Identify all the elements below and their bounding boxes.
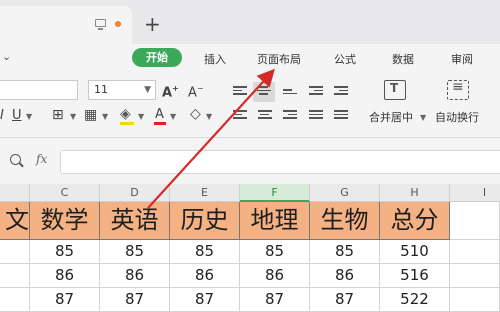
tab-start[interactable]: 开始 [132,48,182,67]
align-bottom-icon[interactable] [283,89,297,101]
table-cell[interactable] [450,264,500,288]
align-middle-icon[interactable] [257,86,271,98]
tab-page-layout[interactable]: 页面布局 [257,51,301,67]
table-cell[interactable] [0,264,30,288]
increase-font-icon[interactable]: A+ [162,81,179,101]
tab-data[interactable]: 数据 [392,51,414,67]
chevron-down-icon[interactable]: ▼ [102,112,108,121]
align-right-icon[interactable] [283,110,297,122]
align-top-icon[interactable] [233,86,247,98]
table-cell[interactable]: 87 [100,288,170,312]
table-cell[interactable]: 86 [30,264,100,288]
column-header-h[interactable]: H [380,184,450,202]
document-tab[interactable] [0,6,132,44]
table-header-cell[interactable]: 生物 [310,202,380,240]
fill-color-bar [120,122,134,125]
tab-review[interactable]: 审阅 [451,51,473,67]
table-cell[interactable]: 86 [170,264,240,288]
table-cell[interactable]: 85 [100,240,170,264]
chevron-down-icon[interactable]: ▼ [26,112,32,121]
new-tab-button[interactable]: + [144,12,161,36]
table-header-cell[interactable]: 历史 [170,202,240,240]
fill-color-icon[interactable]: ◈ [120,106,131,122]
border-icon[interactable]: ⊞ [52,107,64,123]
menu-bar [0,44,500,72]
table-cell[interactable]: 85 [30,240,100,264]
fx-icon[interactable]: fx [36,152,47,166]
chevron-down-icon[interactable]: ▼ [420,113,426,122]
column-header-f[interactable]: F [240,184,310,202]
column-header-e[interactable]: E [170,184,240,202]
column-header-partial[interactable] [0,184,30,202]
chevron-down-icon[interactable]: ▼ [138,112,144,121]
column-header-d[interactable]: D [100,184,170,202]
decrease-font-icon[interactable]: A− [188,81,204,101]
distributed-icon[interactable] [334,110,348,122]
font-color-bar [154,122,166,125]
merge-icon[interactable] [384,80,406,100]
italic-icon[interactable]: I [0,108,4,124]
table-cell[interactable] [450,240,500,264]
align-left-icon[interactable] [233,110,247,122]
eraser-icon[interactable]: ◇ [190,106,201,122]
table-cell[interactable] [0,288,30,312]
table-cell[interactable]: 87 [170,288,240,312]
table-cell[interactable] [450,202,500,240]
unsaved-dot-icon [115,21,121,27]
font-size-value: 11 [94,83,108,96]
table-cell[interactable]: 87 [30,288,100,312]
column-header-i[interactable]: I [450,184,500,202]
zoom-icon[interactable] [10,154,21,165]
formula-input[interactable] [60,150,500,174]
font-size-field[interactable]: 11 ▼ [88,80,156,100]
chevron-down-icon[interactable]: ▼ [170,112,176,121]
font-name-field[interactable] [0,80,78,100]
chevron-down-icon[interactable]: ▼ [206,112,212,121]
cell-style-icon[interactable]: ▦ [84,107,97,123]
column-header-c[interactable]: C [30,184,100,202]
table-header-cell[interactable]: 总分 [380,202,450,240]
column-header-g[interactable]: G [310,184,380,202]
table-cell[interactable]: 87 [240,288,310,312]
table-cell[interactable] [450,288,500,312]
table-cell[interactable]: 86 [310,264,380,288]
chevron-down-icon[interactable]: ▼ [70,112,76,121]
table-header-cell[interactable]: 数学 [30,202,100,240]
underline-icon[interactable]: U [12,108,22,124]
tab-formulas[interactable]: 公式 [334,51,356,67]
table-header-cell[interactable]: 英语 [100,202,170,240]
table-cell[interactable]: 516 [380,264,450,288]
monitor-icon[interactable] [95,19,106,30]
table-header-cell[interactable]: 地理 [240,202,310,240]
wrap-text-icon[interactable] [447,79,469,100]
table-cell[interactable] [0,240,30,264]
indent-increase-icon[interactable] [334,86,348,98]
indent-decrease-icon[interactable] [309,86,323,98]
table-cell[interactable]: 86 [240,264,310,288]
table-cell[interactable]: 85 [310,240,380,264]
table-cell[interactable]: 85 [240,240,310,264]
table-header-cell[interactable]: 文 [0,202,30,240]
justify-icon[interactable] [309,110,323,122]
table-cell[interactable]: 510 [380,240,450,264]
table-cell[interactable]: 85 [170,240,240,264]
table-cell[interactable]: 522 [380,288,450,312]
chevron-down-icon[interactable]: ⌄ [2,50,11,63]
chevron-down-icon[interactable]: ▼ [144,81,151,99]
align-center-icon[interactable] [258,110,272,122]
wrap-text-button[interactable]: 自动换行 [435,109,479,125]
table-cell[interactable]: 86 [100,264,170,288]
font-color-icon[interactable]: A [155,107,164,123]
merge-center-button[interactable]: 合并居中 [369,109,413,125]
tab-insert[interactable]: 插入 [204,51,226,67]
table-cell[interactable]: 87 [310,288,380,312]
